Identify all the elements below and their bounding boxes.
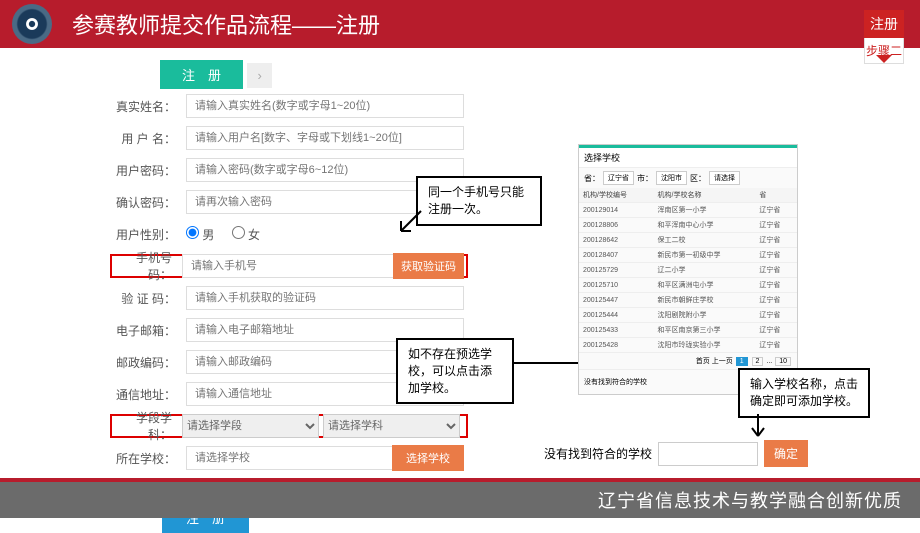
pager-prev[interactable]: 上一页 xyxy=(712,358,733,365)
notfound-text: 没有找到符合的学校 xyxy=(584,377,647,387)
email-label: 电子邮箱： xyxy=(114,322,176,339)
pager-page[interactable]: 10 xyxy=(775,357,791,366)
district-select[interactable]: 请选择 xyxy=(709,171,740,185)
modal-title: 选择学校 xyxy=(579,148,797,168)
subject-select[interactable]: 请选择学科 xyxy=(323,414,460,438)
table-row[interactable]: 200128806和平浑南中心小学辽宁省 xyxy=(579,218,797,233)
vcode-label: 验 证 码： xyxy=(114,290,176,307)
username-input[interactable] xyxy=(186,126,464,150)
table-row[interactable]: 200125428沈阳市玲珑实验小学辽宁省 xyxy=(579,338,797,353)
gender-male-radio[interactable]: 男 xyxy=(186,228,214,242)
register-tab[interactable]: 注 册 xyxy=(160,60,243,89)
register-next-icon[interactable]: › xyxy=(247,63,271,88)
school-input[interactable] xyxy=(186,446,394,470)
table-row[interactable]: 200129014浑南区第一小学辽宁省 xyxy=(579,203,797,218)
password-label: 用户密码： xyxy=(114,162,176,179)
table-row[interactable]: 200125710和平区满洲屯小学辽宁省 xyxy=(579,278,797,293)
confirm-label: 确认密码： xyxy=(114,194,176,211)
manual-school-search: 没有找到符合的学校 确定 xyxy=(544,440,829,467)
table-row[interactable]: 200125729辽二小学辽宁省 xyxy=(579,263,797,278)
get-code-button[interactable]: 获取验证码 xyxy=(393,253,464,279)
phone-input[interactable] xyxy=(182,254,395,278)
callout-input-school: 输入学校名称，点击确定即可添加学校。 xyxy=(738,368,870,418)
table-row[interactable]: 200125433和平区南京第三小学辽宁省 xyxy=(579,323,797,338)
stage-select[interactable]: 请选择学段 xyxy=(182,414,319,438)
slide-title: 参赛教师提交作品流程——注册 xyxy=(72,8,380,40)
choose-school-button[interactable]: 选择学校 xyxy=(392,445,464,471)
city-select[interactable]: 沈阳市 xyxy=(656,171,687,185)
vcode-input[interactable] xyxy=(186,286,464,310)
province-select[interactable]: 辽宁省 xyxy=(603,171,634,185)
slide-header: 参赛教师提交作品流程——注册 xyxy=(0,0,920,48)
school-label: 所在学校： xyxy=(114,450,176,467)
register-tab-header: 注 册 › xyxy=(160,60,272,89)
callout-add-school: 如不存在预选学校，可以点击添加学校。 xyxy=(396,338,514,404)
confirm-button[interactable]: 确定 xyxy=(764,440,808,467)
register-form: 真实姓名： 用 户 名： 用户密码： 确认密码： 用户性别： 男 女 手机号码：… xyxy=(114,94,464,533)
school-table: 机构/学校编号机构/学校名称省 200129014浑南区第一小学辽宁省 2001… xyxy=(579,188,797,353)
school-picker-modal: 选择学校 省：辽宁省 市：沈阳市 区：请选择 机构/学校编号机构/学校名称省 2… xyxy=(578,144,798,395)
stage-label: 学段学科： xyxy=(114,409,172,443)
pager-page[interactable]: 2 xyxy=(752,357,764,366)
realname-input[interactable] xyxy=(186,94,464,118)
phone-label: 手机号码： xyxy=(114,249,172,283)
pager: 首页 上一页 1 2 ... 10 xyxy=(579,353,797,369)
footer-text: 辽宁省信息技术与教学融合创新优质 xyxy=(598,487,902,513)
logo-icon xyxy=(12,4,52,44)
username-label: 用 户 名： xyxy=(114,130,176,147)
post-label: 邮政编码： xyxy=(114,354,176,371)
table-row[interactable]: 200128642保工二校辽宁省 xyxy=(579,233,797,248)
gender-female-radio[interactable]: 女 xyxy=(232,228,260,242)
stage-row-highlight: 学段学科：请选择学段请选择学科 xyxy=(110,414,468,438)
callout-phone-unique: 同一个手机号只能注册一次。 xyxy=(416,176,542,226)
pager-page[interactable]: 1 xyxy=(736,357,748,366)
table-row[interactable]: 200125444沈阳剧院附小学辽宁省 xyxy=(579,308,797,323)
table-row[interactable]: 200125447新民市朝鲜庄学校辽宁省 xyxy=(579,293,797,308)
notfound-label: 没有找到符合的学校 xyxy=(544,445,652,462)
realname-label: 真实姓名： xyxy=(114,98,176,115)
gender-label: 用户性别： xyxy=(114,226,176,243)
step-marker-tag: 注册 xyxy=(864,10,904,38)
phone-row-highlight: 手机号码：获取验证码 xyxy=(110,254,468,278)
school-name-input[interactable] xyxy=(658,442,758,466)
pager-first[interactable]: 首页 xyxy=(696,358,710,365)
table-row[interactable]: 200128407新民市第一初级中学辽宁省 xyxy=(579,248,797,263)
addr-label: 通信地址： xyxy=(114,386,176,403)
slide-footer: 辽宁省信息技术与教学融合创新优质 xyxy=(0,478,920,518)
